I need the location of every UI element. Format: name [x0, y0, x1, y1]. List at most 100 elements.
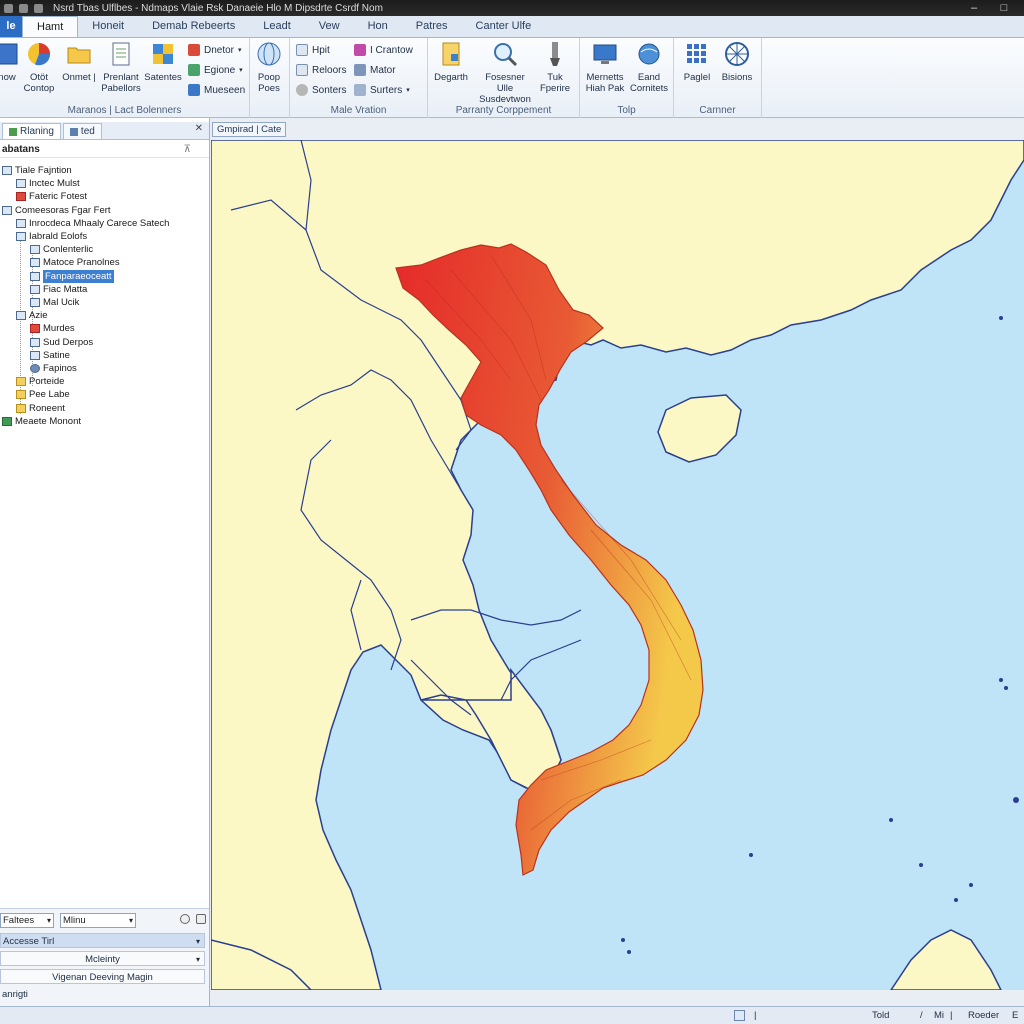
layer-tree-item[interactable]: Fiac Matta [30, 283, 87, 296]
ribbon-small-museum[interactable]: Mueseen [188, 82, 245, 98]
save-icon[interactable] [19, 3, 28, 13]
layer-tree-item[interactable]: Inrocdeca Mhaaly Carece Satech [16, 217, 169, 230]
layer-tree-item[interactable]: Iabrald Eolofs [16, 230, 87, 243]
tab-center[interactable]: Canter Ulfe [462, 16, 546, 37]
ribbon-button-degarth[interactable]: Degarth [428, 40, 474, 83]
layer-icon [30, 284, 40, 294]
layer-tree-label: Satine [43, 349, 70, 361]
access-tool-row[interactable]: Accesse Tirl ▾ [0, 933, 205, 948]
filter-select[interactable]: Faltees ▾ [0, 913, 54, 928]
map-document-tab[interactable]: Gmpirad | Cate [212, 122, 287, 137]
tab-layout[interactable]: Leadt [249, 16, 305, 37]
ribbon-group-6: Paglel Bisions Carnner [674, 38, 762, 118]
layer-tree-item[interactable]: Conlenterlic [30, 243, 93, 256]
ribbon-small-help[interactable]: Hpit [296, 42, 330, 58]
status-item-told[interactable]: Told [872, 1010, 889, 1021]
ribbon-button-connect[interactable]: Eand Cornitets [626, 40, 672, 94]
pin-icon[interactable]: ⊼ [184, 142, 191, 158]
island-dot [999, 316, 1003, 320]
ribbon-button-popup[interactable]: Poop Poes [246, 40, 292, 94]
layer-icon [2, 166, 12, 175]
layer-tree-item[interactable]: Matoce Pranolnes [30, 256, 120, 269]
close-icon[interactable]: ✕ [195, 123, 203, 134]
tab-insert[interactable]: Honeit [78, 16, 138, 37]
ribbon-button-properties[interactable]: Prenlant Pabellors [98, 40, 144, 94]
status-item-mi[interactable]: Mi [934, 1010, 944, 1021]
layer-tree-item[interactable]: Comeesoras Fgar Fert [2, 204, 111, 217]
map-canvas[interactable] [211, 140, 1024, 990]
undo-icon[interactable] [34, 3, 43, 13]
island-dot [999, 678, 1003, 682]
tab-home[interactable]: Hamt [22, 16, 79, 37]
layer-tree-item[interactable]: Tiale Fajntion [2, 164, 72, 177]
status-item-e[interactable]: E [1012, 1010, 1018, 1021]
layer-tree-label: Iabrald Eolofs [29, 231, 88, 242]
layer-tree-label: Tiale Fajntion [15, 165, 72, 176]
magnifier-icon [494, 43, 518, 67]
layer-tree-item[interactable]: Satine [30, 349, 70, 362]
ribbon-small-surters[interactable]: Surters ▾ [354, 82, 410, 98]
sort-icon [296, 84, 308, 96]
layer-tree-item[interactable]: Fanparaeoceatt [30, 269, 114, 283]
layer-tree-label: Mal Ucik [43, 297, 80, 308]
island-dot [621, 938, 625, 942]
filter-icon [354, 84, 366, 96]
refresh-icon[interactable] [196, 914, 206, 924]
grid-dots-icon [687, 44, 706, 63]
ribbon-group-label: Tolp [617, 105, 636, 116]
ribbon-small-sorters[interactable]: Sonters [296, 82, 346, 98]
ribbon-small-detector[interactable]: Dnetor ▾ [188, 42, 242, 58]
ribbon-button-open[interactable]: Onmet | [56, 40, 102, 83]
ribbon-button-monitor[interactable]: Mernetts Hiah Pak [582, 40, 628, 94]
layer-tree-label: Murdes [43, 323, 75, 335]
tab-data[interactable]: Demab Rebeerts [138, 16, 249, 37]
layer-tree-item[interactable]: Inctec Mulst [16, 177, 80, 190]
layer-icon [16, 218, 26, 228]
layer-tree: Tiale Fajntion Inctec Mulst Fateric Fotest… [0, 160, 209, 460]
layer-tree-item[interactable]: Azie [16, 309, 47, 322]
grid-icon [296, 44, 308, 56]
window-controls: – □ [968, 3, 1024, 14]
layer-icon [9, 127, 17, 136]
ribbon-button-search-view[interactable]: Fosesner Ulle Susdevtwon [476, 40, 534, 105]
layer-tree-item[interactable]: Meaete Monont [2, 415, 81, 428]
layer-tree-item[interactable]: Pee Labe [16, 388, 70, 401]
mode-select[interactable]: Mlinu ▾ [60, 913, 136, 928]
tab-help[interactable]: Hon [354, 16, 402, 37]
tab-patterns[interactable]: Patres [402, 16, 462, 37]
layer-icon [16, 192, 26, 202]
tab-planning[interactable]: Rlaning [2, 123, 61, 139]
ribbon-small-region[interactable]: Egione ▾ [188, 62, 243, 78]
layer-tree-item[interactable]: Fapinos [30, 362, 77, 375]
ribbon-group-label: Male Vration [330, 105, 387, 116]
layer-tree-label: Pee Labe [29, 389, 70, 401]
ribbon-button-divisions[interactable]: Bisions [714, 40, 760, 83]
ribbon-button-tuk[interactable]: Tuk Fperire [532, 40, 578, 94]
settings-icon[interactable] [180, 914, 190, 924]
ribbon-group-5: Mernetts Hiah Pak Eand Cornitets Tolp [580, 38, 674, 118]
status-item-roeder[interactable]: Roeder [968, 1010, 999, 1021]
layer-tree-item[interactable]: Murdes [30, 322, 75, 335]
drawing-margin-row[interactable]: Vigenan Deeving Magin [0, 969, 205, 984]
layer-tree-item[interactable]: Porteide [16, 375, 64, 388]
layer-icon [16, 179, 26, 189]
tab-view[interactable]: Vew [305, 16, 354, 37]
layer-tree-item[interactable]: Sud Derpos [30, 336, 93, 349]
maximize-icon[interactable]: □ [998, 3, 1010, 14]
app-icon [4, 3, 13, 13]
tab-table[interactable]: ted [62, 123, 102, 139]
layer-tree-item[interactable]: Fateric Fotest [16, 190, 87, 203]
layer-tree-item[interactable]: Roneent [16, 402, 65, 415]
layer-tree-item[interactable]: Mal Ucik [30, 296, 79, 309]
island-dot [969, 883, 973, 887]
file-tab[interactable]: le [0, 16, 22, 37]
ribbon-small-colors[interactable]: Reloors [296, 62, 346, 78]
mcleinty-row[interactable]: Mcleinty ▾ [0, 951, 205, 966]
monitor-icon [593, 44, 617, 64]
status-icon[interactable] [734, 1010, 745, 1021]
ribbon-small-mator[interactable]: Mator [354, 62, 396, 78]
panel-tabs: Rlaning ted [0, 122, 209, 140]
ribbon-small-create[interactable]: I Crantow [354, 42, 413, 58]
ribbon-button-settings[interactable]: Satentes [140, 40, 186, 83]
minimize-icon[interactable]: – [968, 3, 980, 14]
